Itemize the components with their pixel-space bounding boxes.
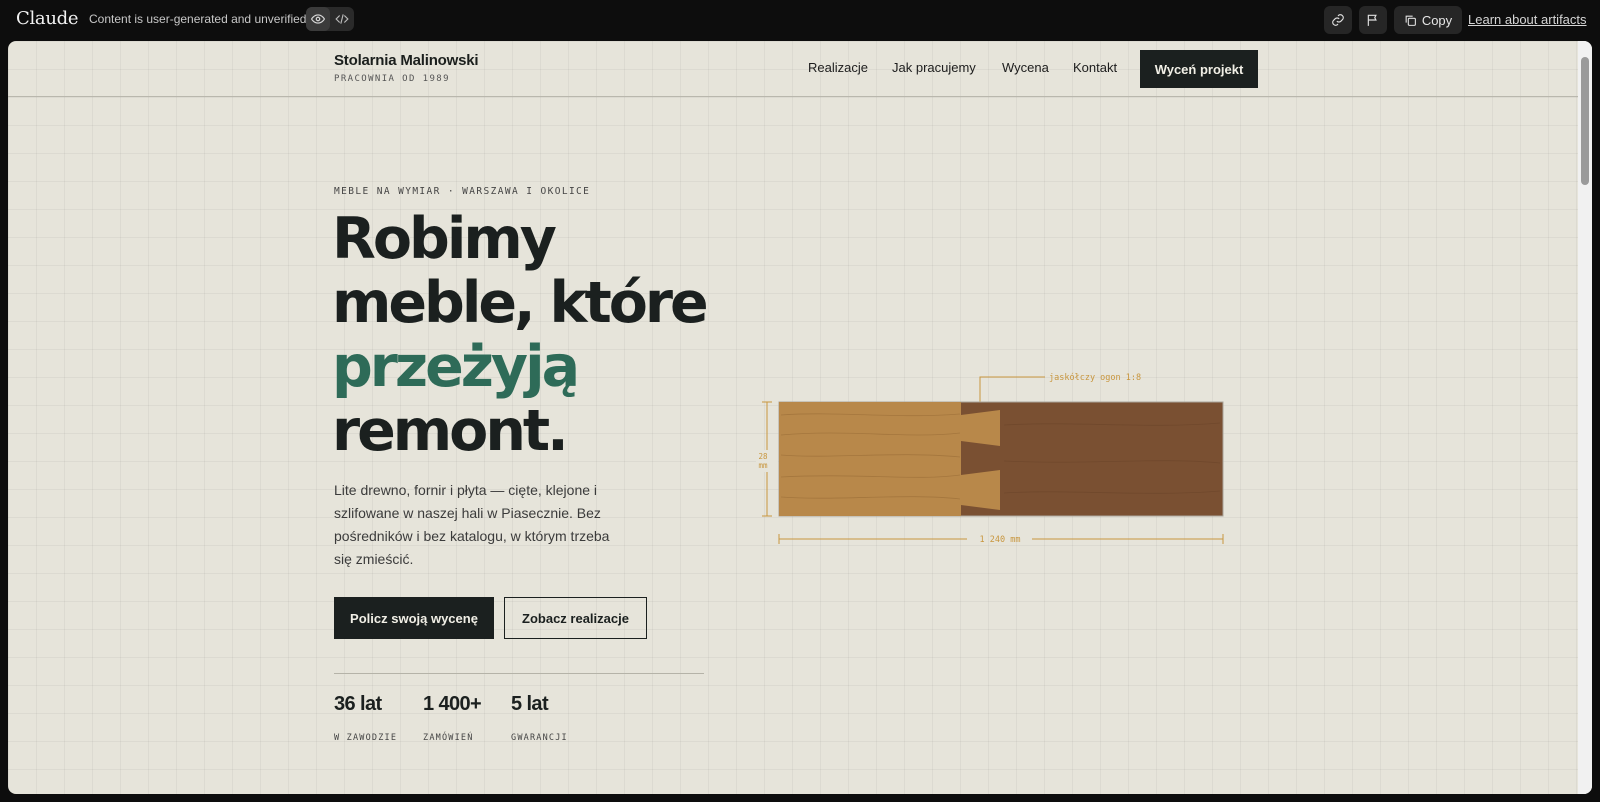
nav-link-realizacje[interactable]: Realizacje (808, 60, 868, 75)
stats-divider (334, 673, 704, 674)
copy-button[interactable]: Copy (1394, 6, 1462, 34)
site-header: Stolarnia Malinowski PRACOWNIA OD 1989 R… (8, 41, 1578, 97)
app-bar: Claude Content is user-generated and unv… (0, 0, 1600, 41)
nav-link-kontakt[interactable]: Kontakt (1073, 60, 1117, 75)
hero-title-line-4: remont. (332, 398, 569, 464)
stat-label-orders: ZAMÓWIEŃ (423, 733, 474, 743)
stat-value-years: 36 lat (334, 693, 382, 715)
calculate-quote-button[interactable]: Policz swoją wycenę (334, 597, 494, 639)
stat-value-orders: 1 400+ (423, 693, 482, 715)
height-dimension-unit: mm (758, 461, 768, 470)
hero-eyebrow: MEBLE NA WYMIAR · WARSZAWA I OKOLICE (334, 186, 591, 197)
hero-title-line-1: Robimy (332, 206, 557, 272)
stat-value-warranty: 5 lat (511, 693, 549, 715)
copy-icon (1405, 15, 1416, 26)
see-projects-button[interactable]: Zobacz realizacje (504, 597, 647, 639)
artifact-frame: Stolarnia Malinowski PRACOWNIA OD 1989 R… (8, 41, 1592, 794)
claude-logo[interactable]: Claude (16, 8, 79, 29)
scrollbar-thumb[interactable] (1581, 57, 1589, 185)
site-logo-name[interactable]: Stolarnia Malinowski (334, 52, 479, 69)
width-dimension-label: 1 240 mm (980, 535, 1021, 545)
site-logo-tagline: PRACOWNIA OD 1989 (334, 74, 450, 84)
nav-link-jak-pracujemy[interactable]: Jak pracujemy (892, 60, 976, 75)
stat-label-warranty: GWARANCJI (511, 733, 568, 743)
dovetail-annotation: jaskółczy ogon 1:8 (1049, 372, 1141, 383)
scrollbar[interactable] (1578, 41, 1592, 794)
disclaimer-text: Content is user-generated and unverified… (89, 12, 310, 26)
hero-title-accent: przeżyją (332, 334, 580, 400)
code-icon[interactable] (330, 7, 354, 31)
link-icon[interactable] (1324, 6, 1352, 34)
preview-eye-icon[interactable] (306, 7, 330, 31)
copy-label: Copy (1421, 12, 1453, 28)
nav-quote-button[interactable]: Wyceń projekt (1140, 50, 1258, 88)
height-dimension-value: 28 (758, 452, 768, 461)
dovetail-joint-drawing: jaskółczy ogon 1:8 28 mm 1 240 mm (756, 372, 1224, 545)
flag-icon[interactable] (1359, 6, 1387, 34)
view-toggle (306, 7, 354, 31)
hero-title-line-2: meble, które (332, 270, 709, 336)
nav-link-wycena[interactable]: Wycena (1002, 60, 1049, 75)
hero-lead: Lite drewno, fornir i płyta — cięte, kle… (334, 482, 610, 567)
stat-label-years: W ZAWODZIE (334, 733, 398, 743)
hero-title: Robimy meble, które przeżyją remont. (332, 206, 709, 464)
learn-about-artifacts-link[interactable]: Learn about artifacts (1468, 12, 1587, 27)
